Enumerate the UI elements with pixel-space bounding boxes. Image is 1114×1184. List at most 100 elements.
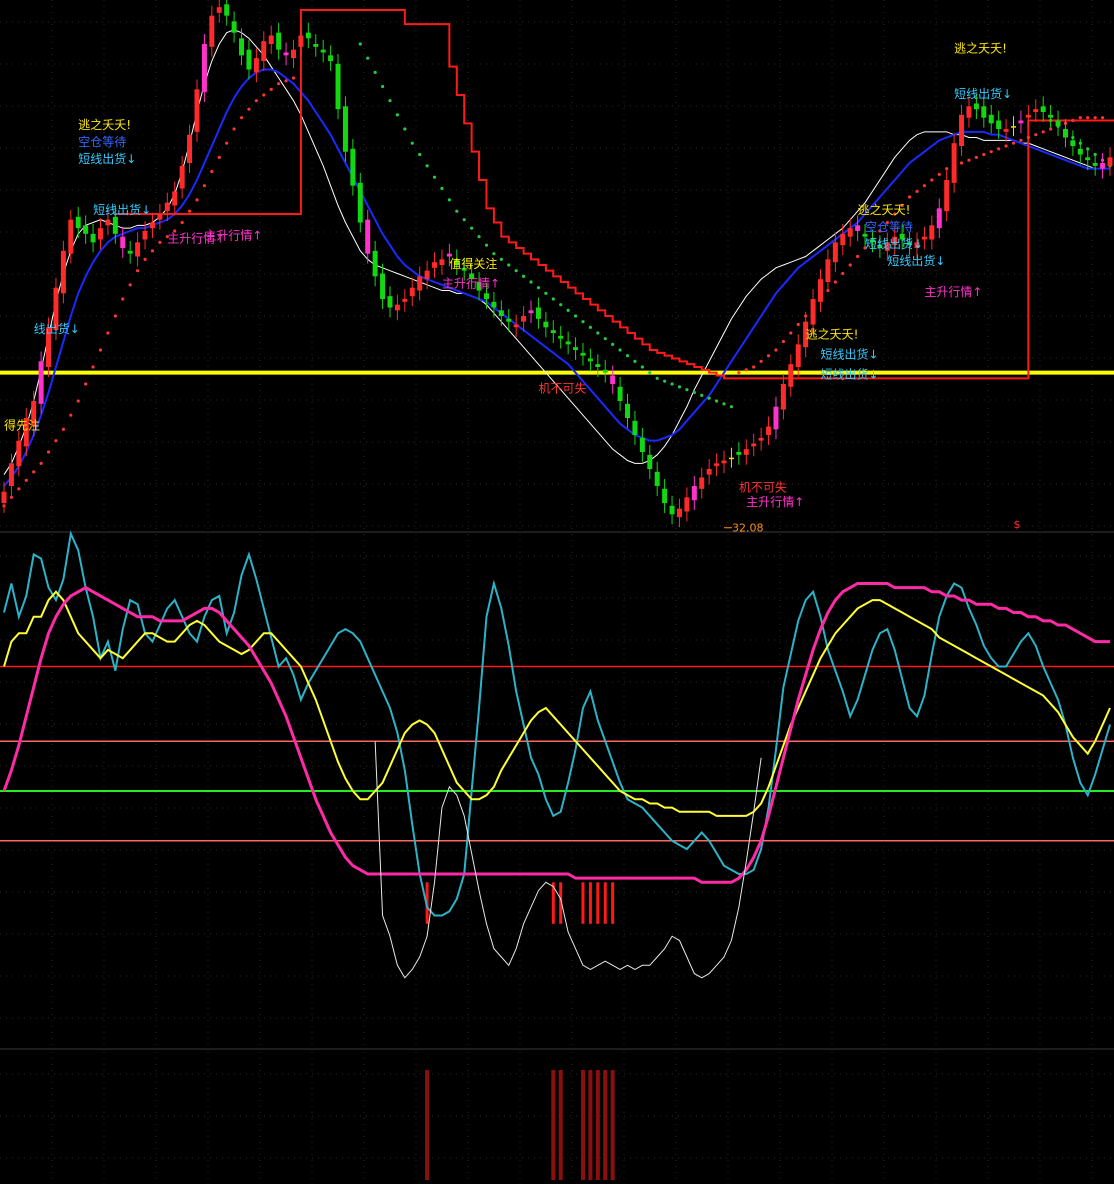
signal-annotation: 值得关注 [449,256,497,271]
signal-bar [596,882,600,924]
sar-dot [432,175,437,179]
sar-dot [714,399,719,403]
sar-dot [9,495,14,499]
sar-dot [781,339,785,344]
sar-dot [566,308,570,312]
candle-body [632,420,638,435]
candle-body [595,364,601,367]
candle-body [602,369,608,373]
sar-dot [692,390,696,395]
stock-chart[interactable]: 逃之夭夭!空仓等待短线出货↓短线出货↓主升行情↑主升行情↑线出货↓得先注线出货↓… [0,0,1114,1180]
price-panel: 逃之夭夭!空仓等待短线出货↓短线出货↓主升行情↑主升行情↑线出货↓得先注线出货↓… [0,0,1114,535]
sar-dot [1078,116,1082,120]
sar-dot [959,161,964,165]
sar-dot [54,439,58,443]
candle-body [290,49,296,59]
sar-dot [358,42,362,46]
candle-body [298,35,304,47]
oscillator-line [3,530,1111,917]
candle-body [246,49,252,70]
sar-dot [603,337,607,341]
sar-dot [202,184,207,188]
sar-dot [262,93,266,97]
sar-dot [410,141,414,145]
candle-body [625,403,631,418]
sar-dot [380,84,385,89]
sar-dot [722,402,726,406]
candle-body [491,301,497,308]
candle-body [669,505,675,515]
chart-area[interactable]: 逃之夭夭!空仓等待短线出货↓短线出货↓主升行情↑主升行情↑线出货↓得先注线出货↓… [0,0,1114,1180]
sar-dot [588,325,593,329]
candle-body [714,463,720,467]
candle-body [825,259,831,282]
signal-annotation: 短线出货↓ [821,366,879,381]
sar-dot [737,371,741,375]
candle-body [818,279,824,302]
resistance-line [115,9,1114,380]
oscillator-line [2,582,1110,884]
candle-body [1003,129,1009,132]
sar-dot [648,371,652,375]
candle-body [372,250,378,277]
candle-body [1018,120,1024,124]
sar-dot [69,413,73,417]
candle-body [573,347,579,350]
sar-dot [974,155,978,159]
candle-body [929,225,935,240]
candle-body [855,225,861,231]
candle-body [691,486,697,501]
sar-dot [1004,144,1008,148]
sar-dot [663,379,667,383]
sar-dot [388,99,392,103]
candle-body [944,180,950,212]
candle-body [60,250,66,294]
candle-body [647,454,653,469]
candle-body [75,216,81,229]
sar-dot [98,348,103,352]
candle-body [90,233,96,243]
candle-body [1070,140,1076,146]
sar-dot [967,158,971,162]
sar-dot [284,79,288,83]
sar-dot [1093,116,1097,120]
sar-dot [366,56,370,60]
candle-body [335,63,341,110]
sar-dot [1049,127,1053,131]
sar-dot [856,254,860,259]
volume-bar [595,1070,600,1180]
sar-dot [440,186,444,191]
candle-body [342,106,348,152]
sar-dot [269,87,273,91]
sar-dot [529,280,533,284]
signal-annotation: 短线出货↓ [821,347,879,362]
signal-bar [611,882,615,924]
sar-dot [17,487,21,491]
candle-body [394,304,400,311]
candle-body [840,233,846,246]
signal-annotation: 短线出货↓ [93,202,151,217]
signal-annotation: 逃之夭夭! [858,203,911,217]
candle-body [973,103,979,110]
signal-annotation: 短线出货↓ [78,151,136,166]
candle-body [172,191,178,206]
sar-dot [477,235,481,239]
candle-body [201,44,207,93]
candle-body [966,106,972,118]
candle-body [149,222,155,229]
candle-body [743,449,749,455]
sar-dot [254,99,258,103]
sar-dot [536,286,541,290]
candle-body [684,497,690,512]
candle-body [936,208,942,229]
candle-body [959,114,965,146]
sar-dot [937,172,941,176]
sar-dot [707,396,711,400]
candle-body [528,310,534,314]
candle-body [209,15,215,47]
sar-dot [1019,138,1023,142]
moving-average-line [3,29,1110,475]
sar-dot [492,252,496,256]
signal-bar [581,882,585,924]
sar-dot [232,127,236,131]
